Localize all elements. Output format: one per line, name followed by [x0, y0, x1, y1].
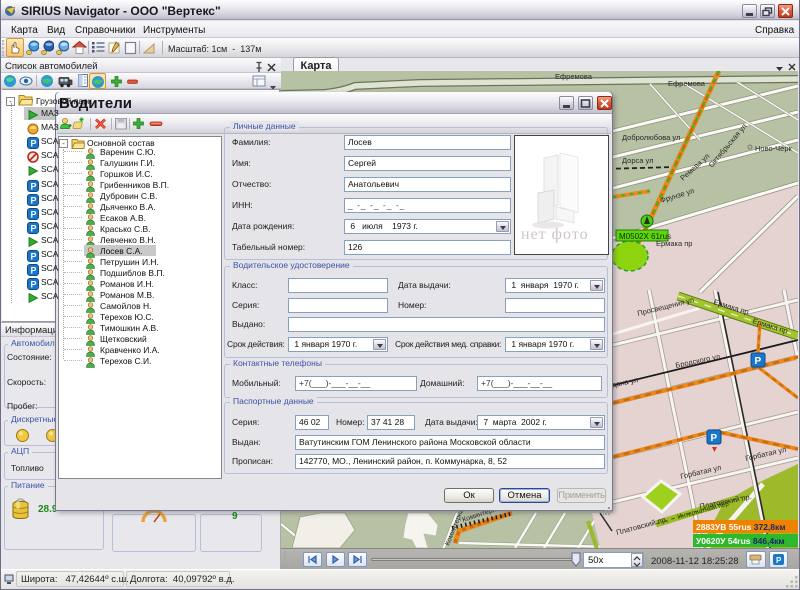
svg-text:2883УВ 55rus 372,8км: 2883УВ 55rus 372,8км	[696, 522, 786, 532]
svg-text:Ефремова: Ефремова	[668, 79, 706, 88]
svg-text:P: P	[31, 252, 37, 262]
svg-text:Ермака пр: Ермака пр	[656, 239, 692, 248]
svg-text:Добролюбова ул: Добролюбова ул	[622, 133, 680, 142]
svg-text:P: P	[755, 356, 762, 367]
svg-text:P: P	[31, 195, 37, 205]
svg-text:P: P	[31, 280, 37, 290]
svg-text:P: P	[31, 209, 37, 219]
svg-text:Дорса ул: Дорса ул	[622, 156, 653, 165]
svg-text:Ново-Черк: Ново-Черк	[755, 144, 792, 153]
svg-text:Ефремова: Ефремова	[555, 72, 593, 81]
svg-text:У0620У 54rus 846,4км: У0620У 54rus 846,4км	[696, 536, 785, 546]
svg-text:P: P	[31, 139, 37, 149]
svg-text:нет фото: нет фото	[521, 226, 589, 243]
svg-text:P: P	[31, 181, 37, 191]
svg-text:P: P	[31, 223, 37, 233]
svg-text:P: P	[31, 266, 37, 276]
svg-text:P: P	[776, 556, 782, 565]
svg-text:P: P	[711, 433, 718, 444]
